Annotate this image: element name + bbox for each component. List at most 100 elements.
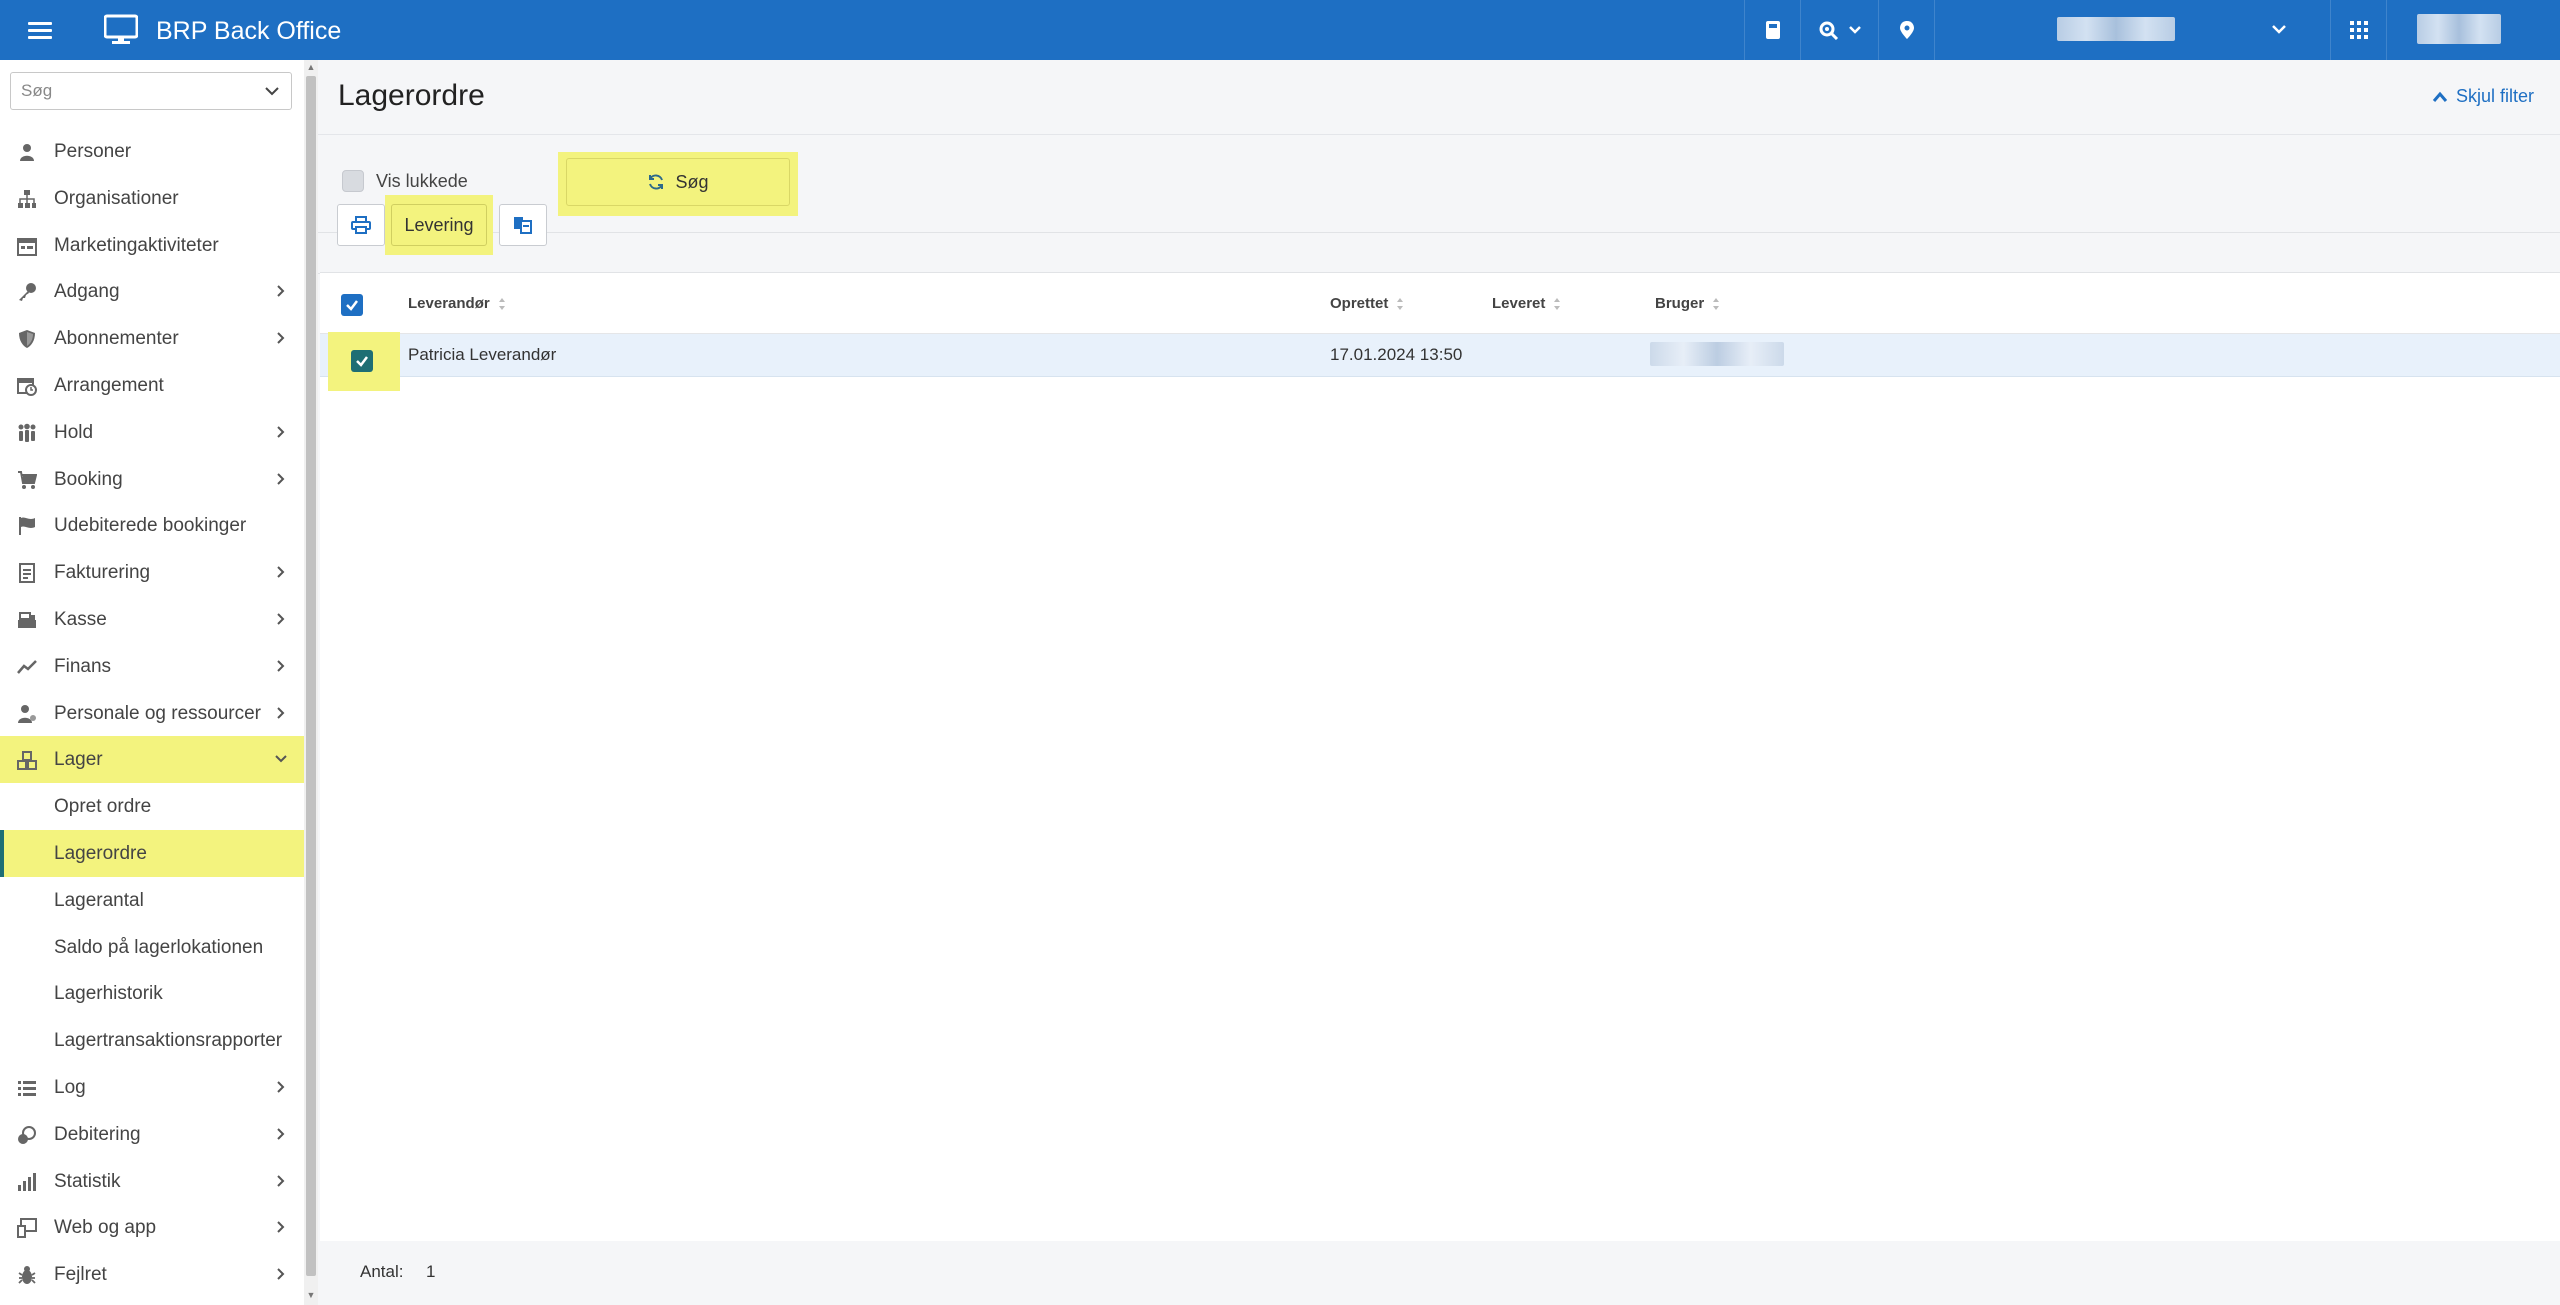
- sidebar-item-label: Statistik: [54, 1170, 121, 1192]
- column-label: Oprettet: [1330, 295, 1389, 312]
- sidebar-item-label: Abonnementer: [54, 328, 179, 350]
- apps-button[interactable]: [2330, 0, 2387, 60]
- chevron-right-icon: [277, 1268, 285, 1280]
- sidebar-item-hold[interactable]: Hold: [0, 409, 304, 456]
- sidebar-item-abonnementer[interactable]: Abonnementer: [0, 315, 304, 362]
- person-icon: [20, 144, 34, 161]
- sidebar-item-organisationer[interactable]: Organisationer: [0, 175, 304, 222]
- sidebar-item-adgang[interactable]: Adgang: [0, 268, 304, 315]
- settings-dropdown[interactable]: [1800, 0, 1879, 60]
- sidebar-item-arrangement[interactable]: Arrangement: [0, 362, 304, 409]
- sidebar-item-statistik[interactable]: Statistik: [0, 1158, 304, 1205]
- chevron-right-icon: [277, 660, 285, 672]
- sidebar-search-input[interactable]: [11, 73, 253, 109]
- cell-supplier: Patricia Leverandør: [408, 345, 557, 364]
- table-row[interactable]: Patricia Leverandør 17.01.2024 13:50: [320, 334, 2560, 377]
- copy-icon: [514, 217, 532, 234]
- sidebar-item-booking[interactable]: Booking: [0, 456, 304, 503]
- scroll-down-icon[interactable]: ▼: [306, 1290, 316, 1300]
- coins-icon: [18, 1125, 36, 1144]
- print-button[interactable]: [337, 204, 385, 246]
- sidebar-subitem-label: Lagertransaktionsrapporter: [54, 1030, 283, 1052]
- column-header-leverandor[interactable]: Leverandør: [408, 295, 506, 312]
- sidebar-subitem-lagertransaktionsrapporter[interactable]: Lagertransaktionsrapporter: [0, 1017, 304, 1064]
- column-header-oprettet[interactable]: Oprettet: [1330, 295, 1404, 312]
- sidebar-item-label: Booking: [54, 468, 123, 490]
- redacted-location: [2057, 17, 2175, 41]
- sidebar-item-fakturering[interactable]: Fakturering: [0, 549, 304, 596]
- chevron-down-icon: [1849, 26, 1861, 34]
- main-content: Lagerordre Skjul filter Vis lukkede Søg: [318, 60, 2560, 1305]
- sidebar-item-lager[interactable]: Lager: [0, 736, 304, 784]
- select-all-checkbox[interactable]: [341, 294, 363, 316]
- chevron-up-icon: [2432, 91, 2448, 102]
- sidebar-item-personer[interactable]: Personer: [0, 128, 304, 175]
- sidebar-subitem-lagerordre[interactable]: Lagerordre: [0, 829, 304, 877]
- sidebar-subitem-label: Lagerordre: [54, 842, 147, 864]
- calculator-icon: [1766, 21, 1780, 39]
- location-button[interactable]: [1878, 0, 1935, 60]
- bar-chart-icon: [18, 1172, 36, 1191]
- sidebar-subitem-label: Lagerhistorik: [54, 983, 163, 1005]
- chevron-down-icon: [275, 755, 287, 763]
- sidebar-item-web-og-app[interactable]: Web og app: [0, 1204, 304, 1251]
- sidebar-item-label: Lager: [54, 749, 103, 771]
- orders-table: Leverandør Oprettet Leveret Bruger Patri…: [320, 272, 2560, 1241]
- chevron-down-icon[interactable]: [263, 82, 281, 100]
- apps-grid-icon: [2350, 21, 2368, 39]
- sidebar-item-fejlret[interactable]: Fejlret: [0, 1251, 304, 1298]
- column-label: Bruger: [1655, 295, 1705, 312]
- flag-icon: [19, 517, 35, 536]
- column-header-leveret[interactable]: Leveret: [1492, 295, 1561, 312]
- user-menu[interactable]: [2386, 0, 2531, 60]
- boxes-icon: [17, 751, 37, 771]
- cart-icon: [18, 470, 37, 489]
- table-footer: Antal: 1: [318, 1241, 2560, 1305]
- sidebar-subitem-lagerantal[interactable]: Lagerantal: [0, 877, 304, 924]
- invoice-icon: [19, 563, 35, 584]
- sidebar-item-finans[interactable]: Finans: [0, 643, 304, 690]
- row-checkbox[interactable]: [351, 350, 373, 372]
- chevron-right-icon: [277, 332, 285, 344]
- sort-icon: [498, 297, 505, 310]
- sidebar-item-udebiterede-bookinger[interactable]: Udebiterede bookinger: [0, 502, 304, 549]
- sidebar-search[interactable]: [10, 72, 292, 110]
- location-selector[interactable]: [1934, 0, 2295, 60]
- sidebar-subitem-opret-ordre[interactable]: Opret ordre: [0, 783, 304, 830]
- staff-icon: [18, 704, 36, 723]
- sort-icon: [1397, 297, 1404, 310]
- delivery-button-label: Levering: [404, 214, 474, 235]
- group-icon: [18, 423, 36, 442]
- sidebar-subitem-saldo[interactable]: Saldo på lagerlokationen: [0, 924, 304, 971]
- copy-button[interactable]: [499, 204, 547, 246]
- count-label: Antal:: [360, 1262, 404, 1281]
- sidebar-item-label: Log: [54, 1076, 86, 1098]
- calculator-button[interactable]: [1744, 0, 1801, 60]
- scroll-up-icon[interactable]: ▲: [306, 62, 316, 72]
- delivery-button[interactable]: Levering: [391, 204, 487, 246]
- sidebar-item-kasse[interactable]: Kasse: [0, 596, 304, 643]
- sidebar-subitem-lagerhistorik[interactable]: Lagerhistorik: [0, 970, 304, 1017]
- sidebar-item-marketingaktiviteter[interactable]: Marketingaktiviteter: [0, 222, 304, 269]
- search-button[interactable]: Søg: [566, 158, 790, 206]
- sidebar-item-label: Marketingaktiviteter: [54, 234, 219, 256]
- sidebar: Personer Organisationer Marketingaktivit…: [0, 60, 305, 1305]
- hide-filter-link[interactable]: Skjul filter: [2432, 86, 2534, 107]
- search-button-label: Søg: [675, 171, 709, 192]
- show-closed-checkbox[interactable]: [342, 170, 364, 192]
- sidebar-item-debitering[interactable]: Debitering: [0, 1111, 304, 1158]
- sidebar-item-log[interactable]: Log: [0, 1064, 304, 1111]
- bug-icon: [18, 1266, 36, 1285]
- menu-icon[interactable]: [28, 18, 52, 42]
- chevron-right-icon: [277, 566, 285, 578]
- sidebar-nav: Personer Organisationer Marketingaktivit…: [0, 128, 304, 1298]
- column-header-bruger[interactable]: Bruger: [1655, 295, 1720, 312]
- sidebar-item-label: Kasse: [54, 608, 107, 630]
- sidebar-scrollbar-thumb[interactable]: [306, 76, 316, 1276]
- chevron-right-icon: [277, 1221, 285, 1234]
- key-icon: [19, 283, 36, 302]
- sidebar-item-label: Finans: [54, 655, 112, 677]
- sidebar-item-personale-og-ressourcer[interactable]: Personale og ressourcer: [0, 690, 304, 737]
- chevron-right-icon: [277, 1128, 285, 1140]
- show-closed-label: Vis lukkede: [376, 171, 468, 191]
